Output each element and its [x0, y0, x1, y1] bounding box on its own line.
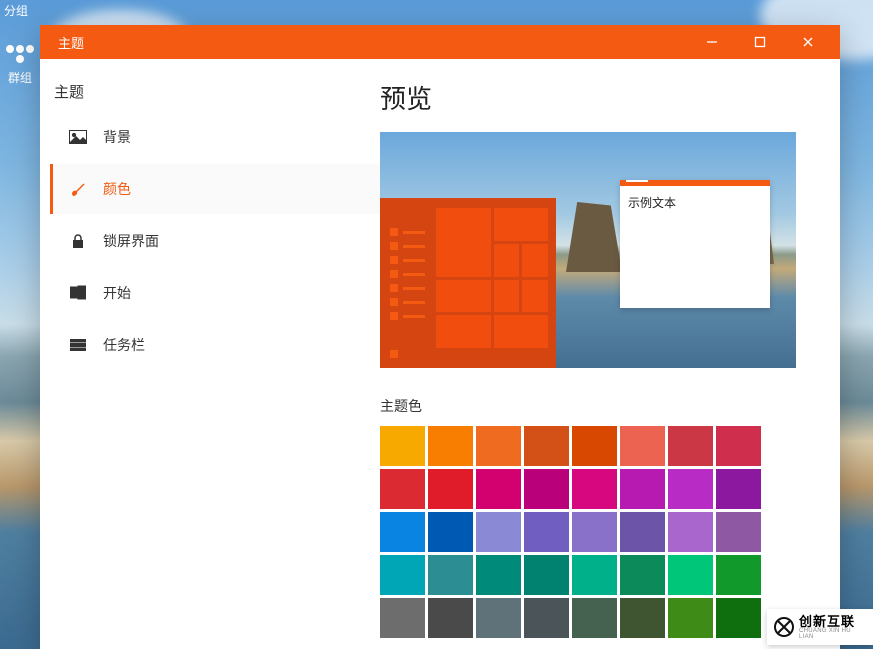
preview-tiles [436, 208, 548, 348]
brand-sub: CHUANG XIN HU LIAN [799, 628, 867, 640]
preview-sample-window: 示例文本 [620, 180, 770, 308]
color-swatch-grid [380, 426, 760, 638]
preview-start-panel [380, 198, 556, 368]
color-swatch[interactable] [428, 469, 473, 509]
color-swatch[interactable] [716, 598, 761, 638]
nav-item-label: 开始 [103, 283, 131, 303]
stub-paw-label: 群组 [0, 69, 40, 86]
settings-window: 主题 主题 背景 [40, 25, 840, 649]
color-swatch[interactable] [428, 426, 473, 466]
brush-icon [69, 180, 87, 198]
color-swatch[interactable] [572, 512, 617, 552]
color-swatch[interactable] [668, 426, 713, 466]
lock-icon [69, 232, 87, 250]
theme-preview: 示例文本 [380, 132, 796, 368]
nav-item-label: 任务栏 [103, 335, 145, 355]
minimize-icon [706, 36, 718, 48]
color-swatch[interactable] [572, 598, 617, 638]
color-swatch[interactable] [620, 555, 665, 595]
color-swatch[interactable] [716, 426, 761, 466]
window-titlebar[interactable]: 主题 [40, 25, 840, 59]
color-swatch[interactable] [380, 555, 425, 595]
brand-watermark: 创新互联 CHUANG XIN HU LIAN [767, 609, 873, 645]
color-swatch[interactable] [380, 469, 425, 509]
color-swatch[interactable] [428, 555, 473, 595]
color-swatch[interactable] [476, 555, 521, 595]
left-stub: 分组 群组 [0, 0, 40, 120]
nav-item-taskbar[interactable]: 任务栏 [50, 320, 380, 370]
color-swatch[interactable] [524, 598, 569, 638]
nav-item-color[interactable]: 颜色 [50, 164, 380, 214]
color-swatch[interactable] [572, 426, 617, 466]
color-swatch[interactable] [380, 512, 425, 552]
theme-color-label: 主题色 [380, 396, 830, 416]
color-swatch[interactable] [572, 469, 617, 509]
color-swatch[interactable] [620, 512, 665, 552]
nav-item-start[interactable]: 开始 [50, 268, 380, 318]
color-swatch[interactable] [668, 555, 713, 595]
color-swatch[interactable] [380, 598, 425, 638]
color-swatch[interactable] [668, 598, 713, 638]
picture-icon [69, 128, 87, 146]
nav-item-lockscreen[interactable]: 锁屏界面 [50, 216, 380, 266]
color-swatch[interactable] [524, 555, 569, 595]
color-swatch[interactable] [524, 426, 569, 466]
window-minimize-button[interactable] [690, 28, 734, 56]
color-swatch[interactable] [476, 426, 521, 466]
color-swatch[interactable] [428, 598, 473, 638]
color-swatch[interactable] [716, 469, 761, 509]
preview-sample-text: 示例文本 [620, 186, 770, 219]
nav-item-label: 锁屏界面 [103, 231, 159, 251]
window-title: 主题 [58, 33, 690, 52]
color-swatch[interactable] [572, 555, 617, 595]
window-close-button[interactable] [786, 28, 830, 56]
people-icon[interactable] [6, 43, 34, 65]
settings-nav: 主题 背景 颜色 锁屏界面 [40, 59, 380, 649]
nav-header: 主题 [50, 77, 380, 112]
window-maximize-button[interactable] [738, 28, 782, 56]
color-swatch[interactable] [380, 426, 425, 466]
brand-name: 创新互联 [799, 615, 867, 628]
color-swatch[interactable] [476, 469, 521, 509]
color-swatch[interactable] [524, 469, 569, 509]
taskbar-icon [69, 336, 87, 354]
color-swatch[interactable] [620, 598, 665, 638]
color-swatch[interactable] [716, 512, 761, 552]
color-swatch[interactable] [428, 512, 473, 552]
color-swatch[interactable] [668, 512, 713, 552]
color-swatch[interactable] [716, 555, 761, 595]
maximize-icon [754, 36, 766, 48]
preview-heading: 预览 [380, 79, 830, 116]
color-swatch[interactable] [620, 426, 665, 466]
nav-item-label: 颜色 [103, 179, 131, 199]
brand-logo-icon [773, 616, 795, 638]
nav-item-label: 背景 [103, 127, 131, 147]
windows-icon [69, 284, 87, 302]
content-pane: 预览 [380, 59, 840, 649]
color-swatch[interactable] [524, 512, 569, 552]
nav-item-background[interactable]: 背景 [50, 112, 380, 162]
color-swatch[interactable] [668, 469, 713, 509]
preview-rock [566, 202, 622, 272]
stub-top-tag: 分组 [0, 0, 40, 21]
color-swatch[interactable] [476, 512, 521, 552]
close-icon [802, 36, 814, 48]
preview-menu-lines [390, 208, 426, 360]
color-swatch[interactable] [620, 469, 665, 509]
color-swatch[interactable] [476, 598, 521, 638]
